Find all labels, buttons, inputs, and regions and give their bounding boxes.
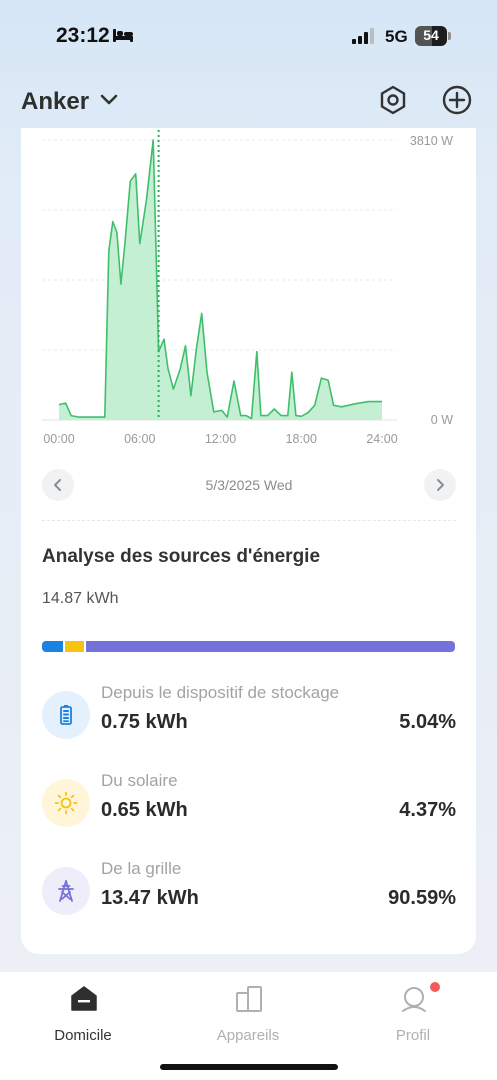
power-tower-icon	[42, 867, 90, 915]
divider	[42, 520, 456, 521]
source-label: De la grille	[101, 859, 182, 878]
nav-item-profile[interactable]: Profil	[358, 982, 468, 1044]
nav-label: Profil	[395, 1027, 431, 1044]
add-icon[interactable]	[441, 84, 473, 116]
sun-icon	[42, 779, 90, 827]
source-row-storage[interactable]: Depuis le dispositif de stockage 0.75 kW…	[42, 683, 456, 747]
source-value: 0.65 kWh	[101, 799, 188, 821]
nav-label: Domicile	[54, 1027, 112, 1044]
devices-icon	[236, 986, 262, 1012]
power-chart[interactable]: 3810 W 0 W 00:00 06:00 12:00 18:00 24:00	[21, 128, 476, 458]
source-value: 13.47 kWh	[101, 887, 199, 909]
cellular-signal-icon	[352, 28, 378, 49]
distribution-segment	[85, 641, 455, 652]
sleep-focus-icon	[112, 27, 134, 48]
date-navigator: 5/3/2025 Wed	[42, 468, 456, 502]
profile-icon	[402, 987, 426, 1012]
notification-dot	[430, 982, 440, 992]
y-max-label: 3810 W	[410, 134, 453, 148]
source-label: Du solaire	[101, 771, 178, 790]
source-row-solar[interactable]: Du solaire 0.65 kWh 4.37%	[42, 771, 456, 835]
date-label: 5/3/2025 Wed	[205, 477, 293, 493]
x-tick-label: 06:00	[124, 432, 155, 446]
chevron-down-icon[interactable]	[100, 93, 118, 111]
nav-item-home[interactable]: Domicile	[28, 984, 138, 1044]
network-type: 5G	[385, 27, 408, 46]
site-selector-label[interactable]: Anker	[21, 88, 89, 116]
x-tick-label: 18:00	[286, 432, 317, 446]
section-title: Analyse des sources d'énergie	[42, 546, 321, 567]
total-energy: 14.87 kWh	[42, 590, 119, 607]
energy-card: 3810 W 0 W 00:00 06:00 12:00 18:00 24:00 5/3…	[21, 128, 476, 954]
x-tick-label: 12:00	[205, 432, 236, 446]
status-bar: 23:12 5G 54	[0, 0, 497, 72]
source-percent: 90.59%	[388, 887, 456, 909]
nav-label: Appareils	[216, 1027, 280, 1044]
app-header: Anker	[0, 78, 497, 124]
source-value: 0.75 kWh	[101, 711, 188, 733]
battery-icon	[42, 691, 90, 739]
next-day-button[interactable]	[424, 469, 456, 501]
x-tick-label: 00:00	[43, 432, 74, 446]
y-min-label: 0 W	[431, 413, 453, 427]
source-percent: 5.04%	[399, 711, 456, 733]
source-percent: 4.37%	[399, 799, 456, 821]
battery-level-text: 54	[423, 27, 439, 43]
home-icon	[71, 986, 97, 1011]
home-indicator	[160, 1064, 338, 1070]
distribution-segment	[42, 641, 63, 652]
x-tick-label: 24:00	[366, 432, 397, 446]
nav-item-devices[interactable]: Appareils	[193, 984, 303, 1044]
distribution-segment	[64, 641, 84, 652]
source-row-grid[interactable]: De la grille 13.47 kWh 90.59%	[42, 859, 456, 923]
status-time: 23:12	[56, 24, 110, 47]
source-label: Depuis le dispositif de stockage	[101, 683, 340, 702]
settings-hexagon-icon[interactable]	[377, 84, 409, 116]
battery-icon: 54	[415, 26, 451, 46]
energy-distribution-bar	[42, 641, 455, 652]
